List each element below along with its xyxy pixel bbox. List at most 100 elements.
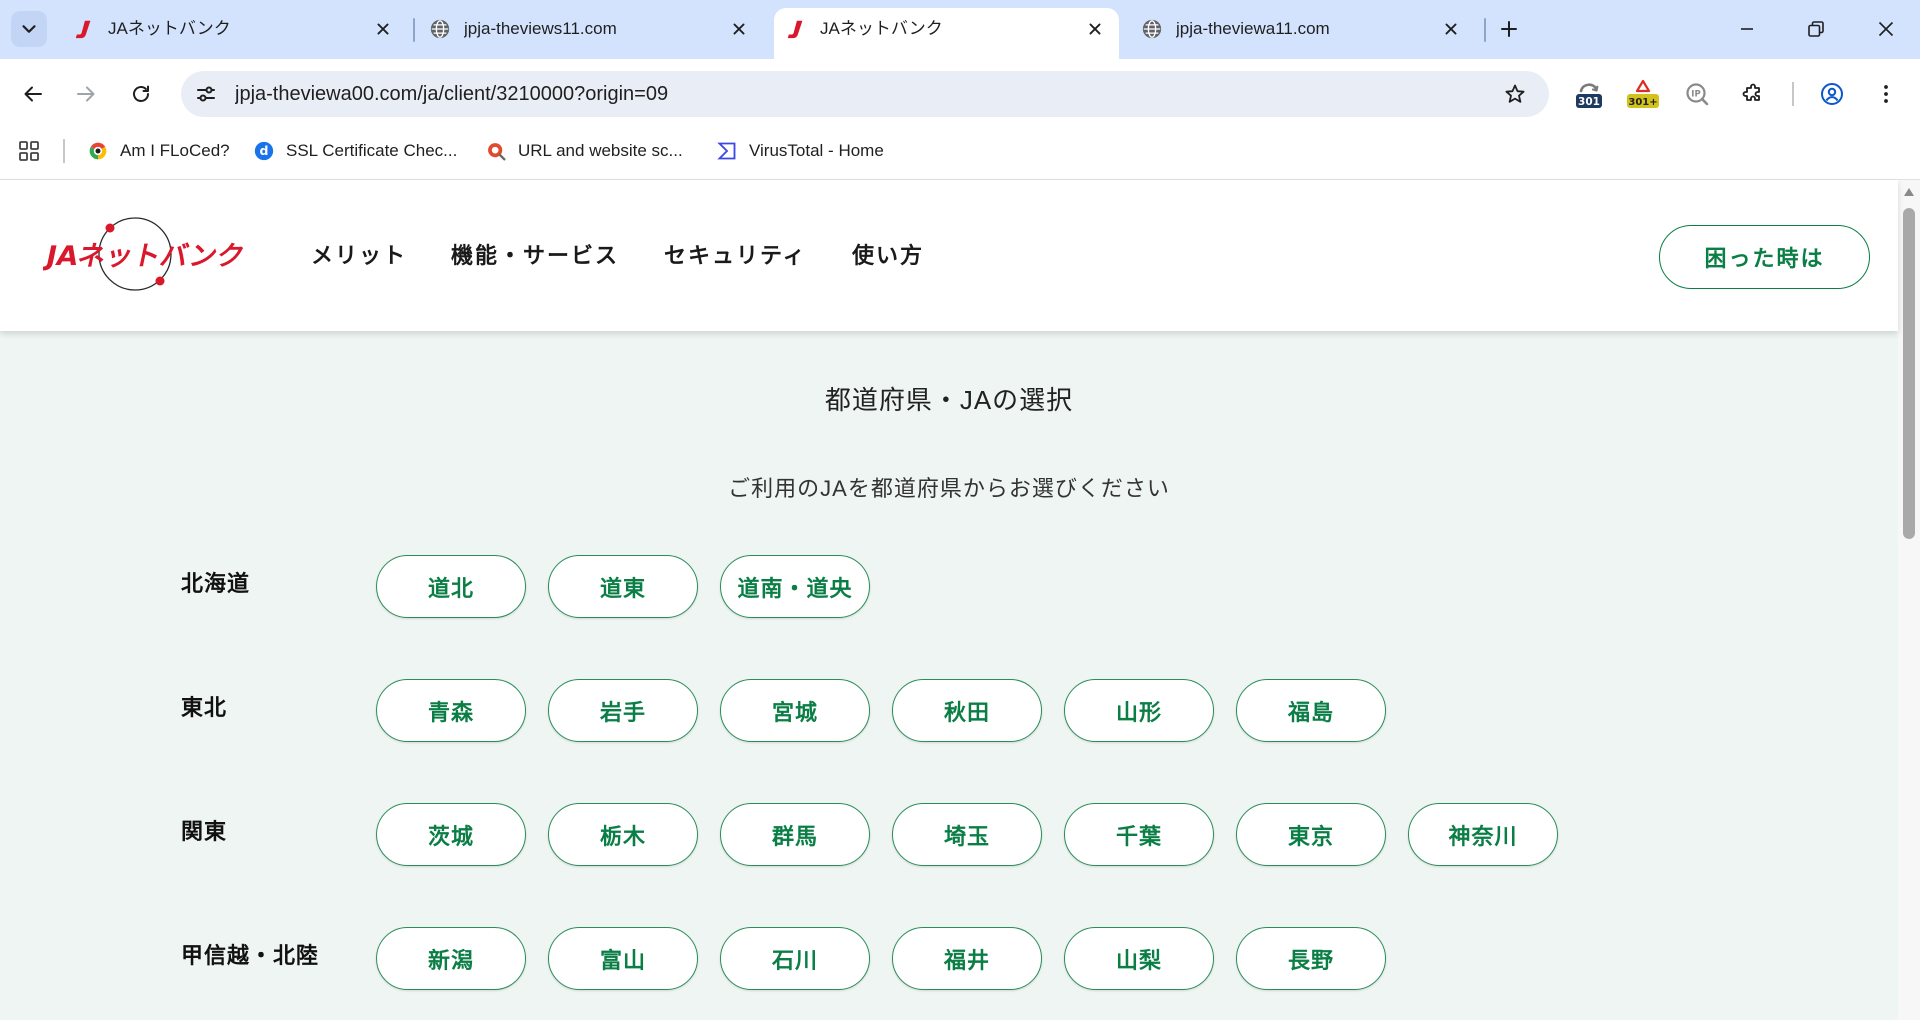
tab-title: jpja-theviewa11.com bbox=[1176, 19, 1330, 38]
close-tab-icon[interactable] bbox=[1084, 18, 1106, 40]
bookmark-item[interactable]: Am I FLoCed? bbox=[88, 136, 230, 166]
page-title: 都道府県・JAの選択 bbox=[824, 385, 1074, 415]
help-button[interactable]: 困った時は bbox=[1659, 225, 1870, 289]
apps-grid-icon[interactable] bbox=[17, 139, 41, 163]
floc-eye-icon bbox=[88, 141, 108, 161]
prefecture-button[interactable]: 道北 bbox=[376, 555, 526, 618]
page-scrollbar[interactable] bbox=[1898, 180, 1920, 1020]
restore-icon[interactable] bbox=[1804, 17, 1828, 41]
extensions-puzzle-icon[interactable] bbox=[1741, 82, 1765, 106]
prefecture-button[interactable]: 新潟 bbox=[376, 927, 526, 990]
close-tab-icon[interactable] bbox=[372, 18, 394, 40]
prefecture-button[interactable]: 岩手 bbox=[548, 679, 698, 742]
region-label: 甲信越・北陸 bbox=[181, 943, 320, 968]
browser-tab[interactable]: jpja-theviewa11.com bbox=[1130, 8, 1475, 59]
prefecture-button[interactable]: 千葉 bbox=[1064, 803, 1214, 866]
prefecture-button[interactable]: 宮城 bbox=[720, 679, 870, 742]
scroll-up-arrow-icon[interactable] bbox=[1903, 187, 1915, 197]
prefecture-button[interactable]: 群馬 bbox=[720, 803, 870, 866]
site-header: JAネットバンク メリット 機能・サービス セキュリティ 使い方 困った時は bbox=[0, 180, 1898, 331]
minimize-icon[interactable] bbox=[1735, 17, 1759, 41]
page-subtitle: ご利用のJAを都道府県からお選びください bbox=[728, 476, 1170, 501]
nav-features-services[interactable]: 機能・サービス bbox=[451, 236, 619, 276]
region-row-tohoku: 東北 青森 岩手 宮城 秋田 山形 福島 bbox=[0, 679, 1898, 742]
url-text[interactable]: jpja-theviewa00.com/ja/client/3210000?or… bbox=[235, 71, 1455, 117]
prefecture-button[interactable]: 福井 bbox=[892, 927, 1042, 990]
close-tab-icon[interactable] bbox=[728, 18, 750, 40]
browser-tab-active[interactable]: JAネットバンク bbox=[774, 8, 1119, 59]
prefecture-button[interactable]: 道東 bbox=[548, 555, 698, 618]
prefecture-button-list: 茨城 栃木 群馬 埼玉 千葉 東京 神奈川 bbox=[376, 803, 1558, 866]
prefecture-selection: 都道府県・JAの選択 ご利用のJAを都道府県からお選びください 北海道 道北 道… bbox=[0, 331, 1898, 1020]
region-label: 関東 bbox=[181, 819, 228, 844]
region-row-koshinetsu-hokuriku: 甲信越・北陸 新潟 富山 石川 福井 山梨 長野 bbox=[0, 927, 1898, 990]
prefecture-button[interactable]: 茨城 bbox=[376, 803, 526, 866]
region-row-hokkaido: 北海道 道北 道東 道南・道央 bbox=[0, 555, 1898, 618]
back-arrow-icon[interactable] bbox=[21, 82, 45, 106]
tab-separator bbox=[1484, 18, 1486, 42]
redirect-path-extension-icon[interactable]: 301 bbox=[1574, 79, 1604, 109]
forward-arrow-icon[interactable] bbox=[74, 82, 98, 106]
close-window-icon[interactable] bbox=[1874, 17, 1898, 41]
reload-icon[interactable] bbox=[129, 82, 153, 106]
prefecture-button[interactable]: 山梨 bbox=[1064, 927, 1214, 990]
bookmark-item[interactable]: d SSL Certificate Chec... bbox=[254, 136, 457, 166]
prefecture-button[interactable]: 道南・道央 bbox=[720, 555, 870, 618]
chevron-down-icon bbox=[18, 18, 40, 40]
ja-bank-favicon-icon bbox=[785, 18, 807, 40]
bookmarks-separator bbox=[63, 139, 65, 163]
ssl-checker-letter: d bbox=[260, 143, 269, 158]
new-tab-plus-icon[interactable] bbox=[1497, 17, 1521, 41]
prefecture-button[interactable]: 山形 bbox=[1064, 679, 1214, 742]
tab-search-button[interactable] bbox=[11, 11, 47, 47]
nav-how-to-use[interactable]: 使い方 bbox=[852, 236, 924, 276]
profile-avatar-icon[interactable] bbox=[1820, 82, 1844, 106]
browser-tab[interactable]: JAネットバンク bbox=[62, 8, 407, 59]
prefecture-button[interactable]: 埼玉 bbox=[892, 803, 1042, 866]
urlscan-icon bbox=[486, 141, 506, 161]
redirect-warning-extension-icon[interactable]: 301+ bbox=[1626, 79, 1660, 109]
ip-lookup-extension-icon[interactable]: IP bbox=[1685, 82, 1709, 106]
ip-label: IP bbox=[1691, 89, 1700, 99]
ja-bank-favicon-icon bbox=[73, 18, 95, 40]
region-row-kanto: 関東 茨城 栃木 群馬 埼玉 千葉 東京 神奈川 bbox=[0, 803, 1898, 866]
globe-icon bbox=[1141, 18, 1163, 40]
bookmarks-bar: Am I FLoCed? d SSL Certificate Chec... U… bbox=[0, 130, 1920, 180]
bookmark-item[interactable]: VirusTotal - Home bbox=[717, 136, 884, 166]
prefecture-button[interactable]: 福島 bbox=[1236, 679, 1386, 742]
prefecture-button[interactable]: 富山 bbox=[548, 927, 698, 990]
prefecture-button[interactable]: 栃木 bbox=[548, 803, 698, 866]
prefecture-button[interactable]: 秋田 bbox=[892, 679, 1042, 742]
browser-tab[interactable]: jpja-theviews11.com bbox=[418, 8, 763, 59]
bookmark-title: VirusTotal - Home bbox=[749, 141, 884, 160]
nav-merit[interactable]: メリット bbox=[311, 236, 407, 276]
tab-strip: JAネットバンク jpja-theviews11.com JAネットバンク jp… bbox=[0, 0, 1920, 59]
prefecture-button[interactable]: 東京 bbox=[1236, 803, 1386, 866]
prefecture-button-list: 青森 岩手 宮城 秋田 山形 福島 bbox=[376, 679, 1386, 742]
tab-title: JAネットバンク bbox=[820, 19, 943, 38]
site-info-tune-icon[interactable] bbox=[194, 82, 218, 106]
bookmark-title: URL and website sc... bbox=[518, 141, 683, 160]
region-label: 北海道 bbox=[181, 571, 251, 596]
address-bar[interactable]: jpja-theviewa00.com/ja/client/3210000?or… bbox=[181, 71, 1549, 117]
toolbar-separator bbox=[1792, 82, 1794, 106]
prefecture-button[interactable]: 青森 bbox=[376, 679, 526, 742]
bookmark-item[interactable]: URL and website sc... bbox=[486, 136, 683, 166]
tab-title: jpja-theviews11.com bbox=[464, 19, 617, 38]
browser-toolbar: jpja-theviewa00.com/ja/client/3210000?or… bbox=[0, 59, 1920, 130]
bookmark-star-icon[interactable] bbox=[1503, 82, 1527, 106]
tab-title: JAネットバンク bbox=[108, 19, 231, 38]
prefecture-button[interactable]: 神奈川 bbox=[1408, 803, 1558, 866]
nav-security[interactable]: セキュリティ bbox=[664, 236, 807, 276]
bookmark-title: Am I FLoCed? bbox=[120, 141, 230, 160]
kebab-menu-icon[interactable] bbox=[1874, 82, 1898, 106]
scrollbar-thumb[interactable] bbox=[1903, 208, 1915, 539]
region-label: 東北 bbox=[181, 695, 228, 720]
ssl-checker-icon: d bbox=[254, 141, 274, 161]
bookmark-title: SSL Certificate Chec... bbox=[286, 141, 458, 160]
redirect-count-badge: 301 bbox=[1578, 96, 1600, 108]
prefecture-button[interactable]: 石川 bbox=[720, 927, 870, 990]
ja-netbank-logo[interactable]: JAネットバンク bbox=[41, 216, 253, 296]
prefecture-button[interactable]: 長野 bbox=[1236, 927, 1386, 990]
close-tab-icon[interactable] bbox=[1440, 18, 1462, 40]
